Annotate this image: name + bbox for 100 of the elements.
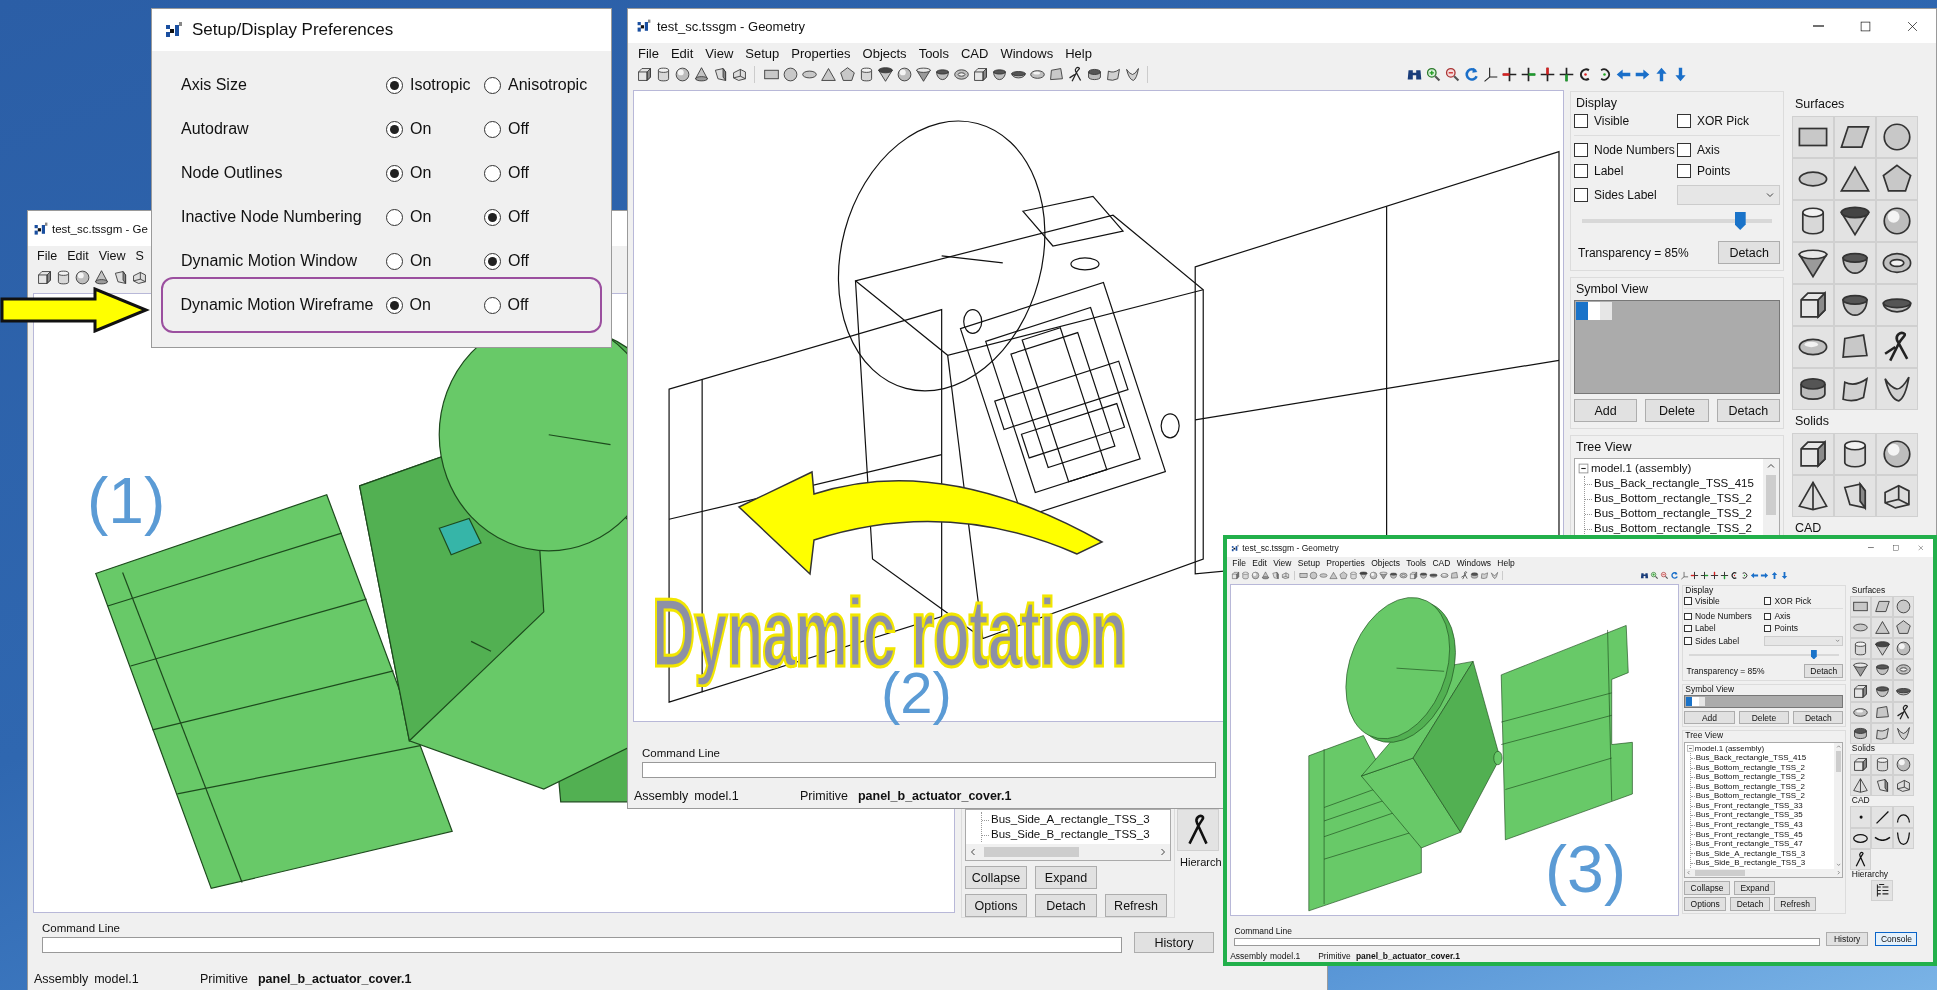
window-title: test_sc.tssgm - Geometry	[657, 18, 806, 34]
menu-item[interactable]: File	[32, 249, 63, 263]
menu-item[interactable]: Edit	[62, 249, 94, 263]
status-value: model.1	[94, 972, 139, 986]
detach-button[interactable]: Detach	[1804, 664, 1844, 678]
checkbox-label[interactable]: Node Numbers	[1594, 143, 1675, 157]
menu-item[interactable]: View	[93, 249, 131, 263]
group-title: Display	[1576, 96, 1618, 110]
radio-label[interactable]: On	[410, 208, 432, 226]
radio-label[interactable]: Off	[507, 296, 529, 314]
checkbox-label[interactable]: Points	[1697, 164, 1731, 178]
group-title: Symbol View	[1576, 282, 1650, 296]
tree-button[interactable]: Refresh	[1774, 897, 1817, 911]
radio-label[interactable]: On	[410, 252, 432, 270]
tree-button[interactable]: Detach	[1035, 894, 1097, 917]
window-title: test_sc.tssgm - Ge	[52, 222, 148, 235]
checkbox-label[interactable]: Visible	[1694, 596, 1720, 607]
radio-label[interactable]: On	[410, 164, 432, 182]
status-label: Primitive	[1318, 950, 1351, 961]
tree-button[interactable]: Expand	[1035, 866, 1097, 889]
symbol-view-button[interactable]: Detach	[1793, 710, 1844, 725]
group-title: CAD	[1795, 521, 1823, 535]
menu-item[interactable]: File	[1229, 558, 1250, 569]
menu-item[interactable]: Setup	[1294, 558, 1324, 569]
checkbox-label[interactable]: Axis	[1774, 611, 1791, 622]
symbol-view-button[interactable]: Delete	[1645, 399, 1709, 422]
checkbox-label[interactable]: XOR Pick	[1774, 596, 1812, 607]
menu-item[interactable]: Tools	[912, 45, 955, 61]
tree-button[interactable]: Options	[965, 894, 1027, 917]
checkbox-label[interactable]: Sides Label	[1694, 635, 1740, 646]
tree-item[interactable]: Bus_Side_B_rectangle_TSS_3	[982, 827, 1150, 842]
tree-item[interactable]: Bus_Back_rectangle_TSS_415	[1585, 476, 1754, 491]
menu-item[interactable]: CAD	[1429, 558, 1454, 569]
menu-item[interactable]: Help	[1059, 45, 1098, 61]
tree-item[interactable]: model.1 (assembly)	[1578, 461, 1692, 476]
status-label: Assembly	[634, 789, 689, 803]
transparency-reading: Transparency = 85%	[1578, 245, 1689, 260]
command-button[interactable]: History	[1134, 932, 1214, 953]
menu-item[interactable]: S	[130, 249, 149, 263]
checkbox-label[interactable]: Sides Label	[1594, 188, 1657, 202]
symbol-view-button[interactable]: Add	[1574, 399, 1638, 422]
status-value: model.1	[1270, 950, 1301, 961]
tree-button[interactable]: Collapse	[965, 866, 1027, 889]
field-label: Command Line	[42, 922, 120, 934]
radio-label[interactable]: Off	[508, 208, 530, 226]
command-button[interactable]: History	[1825, 932, 1869, 947]
menu-item[interactable]: View	[1270, 558, 1295, 569]
menu-item[interactable]: View	[699, 45, 740, 61]
checkbox-label[interactable]: Visible	[1594, 114, 1630, 128]
detach-button[interactable]: Detach	[1718, 241, 1780, 264]
symbol-view-button[interactable]: Add	[1684, 710, 1735, 725]
tree-item[interactable]: Bus_Bottom_rectangle_TSS_2	[1585, 521, 1752, 536]
checkbox-label[interactable]: Points	[1774, 623, 1798, 634]
field-label: Command Line	[642, 747, 720, 759]
symbol-view-button[interactable]: Delete	[1738, 710, 1789, 725]
menu-item[interactable]: Objects	[856, 45, 913, 61]
command-button[interactable]: Console	[1874, 932, 1918, 947]
tree-button[interactable]: Collapse	[1684, 880, 1730, 895]
menu-item[interactable]: Objects	[1368, 558, 1404, 569]
menu-item[interactable]: Properties	[1323, 558, 1369, 569]
tree-button[interactable]: Detach	[1730, 897, 1770, 911]
tree-button[interactable]: Options	[1684, 897, 1727, 911]
status-value: panel_b_actuator_cover.1	[257, 972, 412, 986]
radio-label[interactable]: Anisotropic	[508, 76, 588, 94]
menu-item[interactable]: Help	[1494, 558, 1518, 569]
radio-label[interactable]: On	[410, 120, 432, 138]
checkbox-label[interactable]: Axis	[1697, 143, 1720, 157]
tree-button[interactable]: Refresh	[1105, 894, 1167, 917]
tree-item[interactable]: Bus_Bottom_rectangle_TSS_2	[1585, 491, 1752, 506]
setting-label: Dynamic Motion Window	[181, 252, 359, 270]
setting-label: Autodraw	[181, 120, 250, 138]
checkbox-label[interactable]: Label	[1594, 164, 1624, 178]
menu-item[interactable]: Properties	[785, 45, 857, 61]
menu-item[interactable]: CAD	[955, 45, 995, 61]
menu-item[interactable]: Edit	[1249, 558, 1271, 569]
tree-item[interactable]: Bus_Bottom_rectangle_TSS_2	[1585, 506, 1752, 521]
group-title: Hierarchy	[1851, 871, 1890, 879]
menu-item[interactable]: Setup	[739, 45, 786, 61]
menu-item[interactable]: Tools	[1403, 558, 1430, 569]
menu-item[interactable]: File	[632, 45, 665, 61]
group-title: Surfaces	[1851, 586, 1887, 595]
field-label: Command Line	[1234, 926, 1292, 936]
radio-label[interactable]: Off	[508, 164, 530, 182]
checkbox-label[interactable]: XOR Pick	[1697, 114, 1749, 128]
radio-label[interactable]: On	[409, 296, 431, 314]
status-label: Assembly	[34, 972, 89, 986]
group-title: Display	[1685, 586, 1715, 595]
symbol-view-button[interactable]: Detach	[1716, 399, 1780, 422]
tree-button[interactable]: Expand	[1734, 880, 1776, 895]
tree-item[interactable]: Bus_Side_A_rectangle_TSS_3	[982, 812, 1150, 827]
checkbox-label[interactable]: Node Numbers	[1694, 611, 1752, 622]
checkbox-label[interactable]: Label	[1694, 623, 1716, 634]
setting-label: Dynamic Motion Wireframe	[180, 296, 375, 314]
menu-item[interactable]: Edit	[664, 45, 700, 61]
menu-item[interactable]: Windows	[994, 45, 1060, 61]
status-label: Primitive	[800, 789, 848, 803]
menu-item[interactable]: Windows	[1453, 558, 1495, 569]
radio-label[interactable]: Off	[508, 252, 530, 270]
radio-label[interactable]: Off	[508, 120, 530, 138]
radio-label[interactable]: Isotropic	[410, 76, 471, 94]
